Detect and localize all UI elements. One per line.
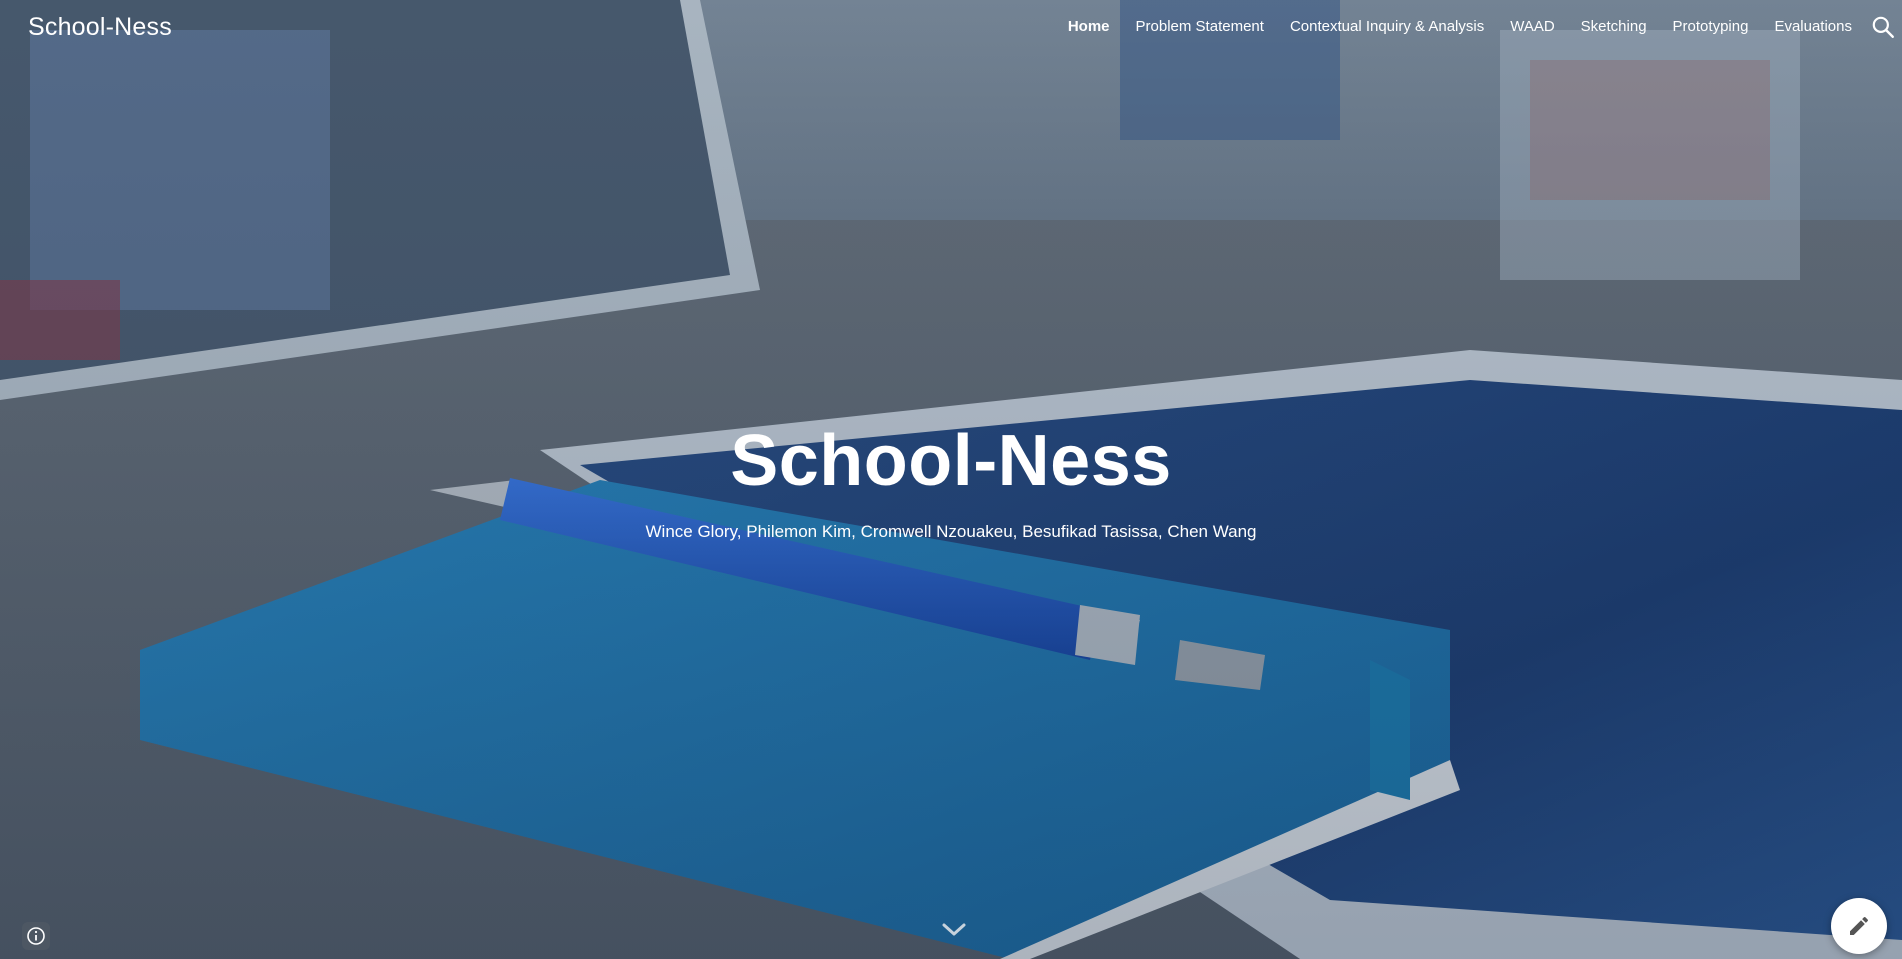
info-icon bbox=[27, 927, 45, 945]
chevron-down-icon[interactable] bbox=[940, 920, 968, 940]
nav-item-prototyping[interactable]: Prototyping bbox=[1673, 18, 1749, 35]
nav-item-evaluations[interactable]: Evaluations bbox=[1774, 18, 1852, 35]
site-title[interactable]: School-Ness bbox=[28, 13, 172, 42]
top-navigation-bar: School-Ness Home Problem Statement Conte… bbox=[0, 0, 1902, 56]
main-nav: Home Problem Statement Contextual Inquir… bbox=[1042, 18, 1852, 35]
search-icon[interactable] bbox=[1870, 14, 1896, 40]
nav-item-problem-statement[interactable]: Problem Statement bbox=[1136, 18, 1264, 35]
edit-button[interactable] bbox=[1831, 898, 1887, 954]
nav-item-contextual-inquiry[interactable]: Contextual Inquiry & Analysis bbox=[1290, 18, 1484, 35]
nav-item-home[interactable]: Home bbox=[1068, 18, 1110, 35]
hero-title: School-Ness bbox=[730, 421, 1172, 501]
pencil-icon bbox=[1850, 916, 1869, 935]
hero-banner: School-Ness Home Problem Statement Conte… bbox=[0, 0, 1902, 959]
nav-item-waad[interactable]: WAAD bbox=[1510, 18, 1554, 35]
nav-item-sketching[interactable]: Sketching bbox=[1581, 18, 1647, 35]
info-button[interactable] bbox=[22, 922, 50, 950]
hero-subtitle: Wince Glory, Philemon Kim, Cromwell Nzou… bbox=[645, 522, 1257, 541]
